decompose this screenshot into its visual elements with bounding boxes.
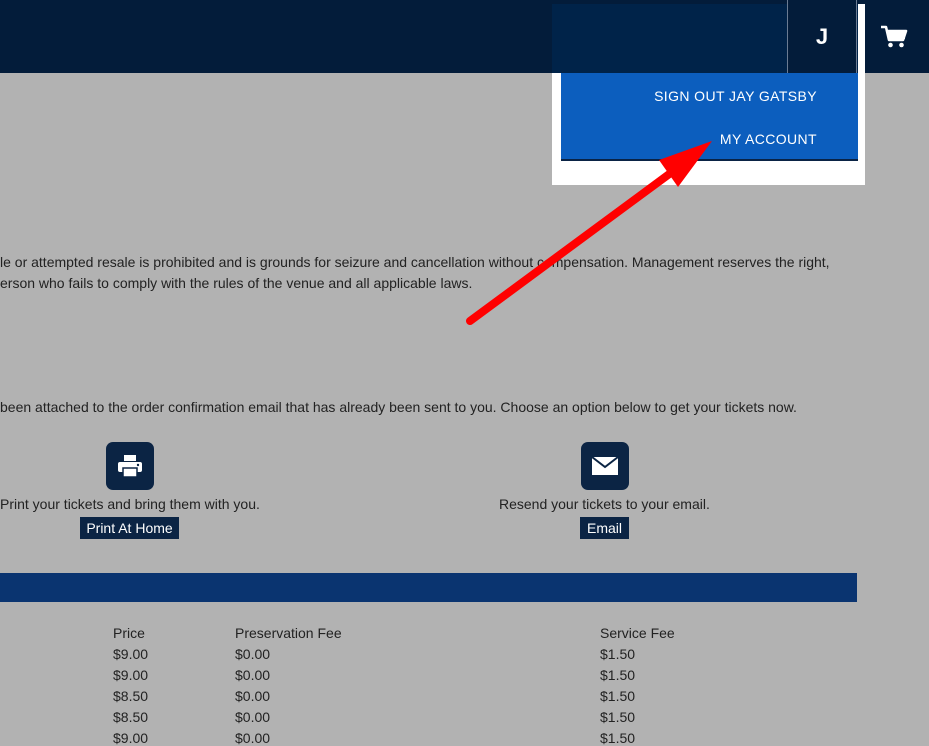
print-at-home-button[interactable]: Print At Home (80, 517, 179, 539)
service-fee-cell: $1.50 (600, 730, 636, 746)
preservation-fee-cell: $0.00 (235, 709, 271, 725)
policy-line: le or attempted resale is prohibited and… (0, 254, 830, 270)
preservation-fee-cell: $0.00 (235, 646, 271, 662)
price-cell: $9.00 (113, 646, 149, 662)
column-header-preservation-fee: Preservation Fee (235, 625, 342, 641)
email-option-icon-tile[interactable] (581, 442, 629, 490)
policy-line: erson who fails to comply with the rules… (0, 275, 473, 291)
user-dropdown-menu: SIGN OUT JAY GATSBY MY ACCOUNT (561, 73, 858, 161)
service-fee-cell: $1.50 (600, 646, 636, 662)
price-cell: $8.50 (113, 688, 149, 704)
shopping-cart-icon (880, 25, 907, 47)
column-header-service-fee: Service Fee (600, 625, 675, 641)
preservation-fee-cell: $0.00 (235, 688, 271, 704)
price-cell: $9.00 (113, 730, 149, 746)
user-avatar-button[interactable]: J (787, 0, 857, 73)
envelope-icon (591, 456, 619, 475)
print-option-text: Print your tickets and bring them with y… (0, 496, 260, 512)
price-cell: $8.50 (113, 709, 149, 725)
cart-button[interactable] (858, 0, 929, 73)
print-option-icon-tile[interactable] (106, 442, 154, 490)
my-account-menu-item[interactable]: MY ACCOUNT (720, 131, 817, 147)
service-fee-cell: $1.50 (600, 667, 636, 683)
column-header-price: Price (113, 625, 145, 641)
section-header-band (0, 573, 857, 602)
preservation-fee-cell: $0.00 (235, 730, 271, 746)
sign-out-menu-item[interactable]: SIGN OUT JAY GATSBY (654, 88, 817, 104)
preservation-fee-cell: $0.00 (235, 667, 271, 683)
service-fee-cell: $1.50 (600, 688, 636, 704)
printer-icon (118, 455, 142, 478)
policy-text: le or attempted resale is prohibited and… (0, 252, 830, 294)
service-fee-cell: $1.50 (600, 709, 636, 725)
price-cell: $9.00 (113, 667, 149, 683)
email-button[interactable]: Email (580, 517, 629, 539)
attachment-notice: been attached to the order confirmation … (0, 399, 797, 415)
email-option-text: Resend your tickets to your email. (499, 496, 710, 512)
